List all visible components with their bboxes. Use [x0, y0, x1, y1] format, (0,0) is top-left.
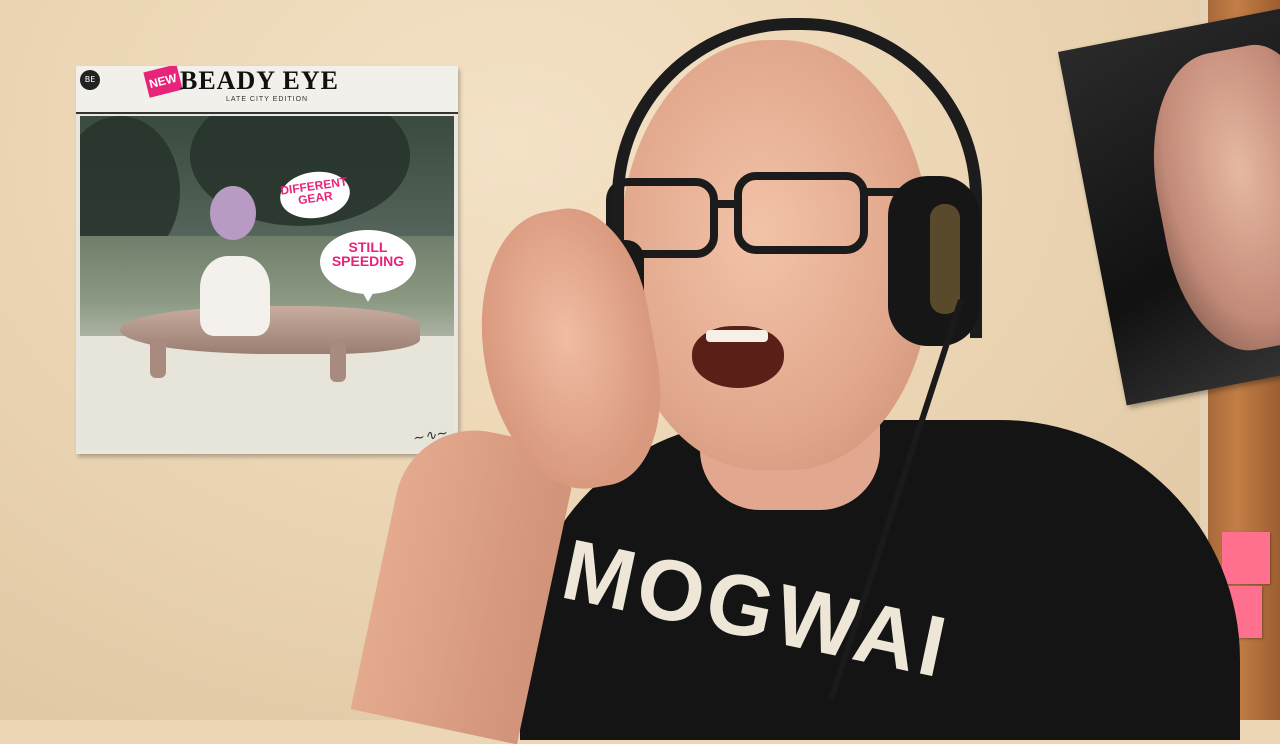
person: MOGWAI: [0, 0, 1280, 744]
headphone-earcup-ring: [930, 204, 960, 314]
